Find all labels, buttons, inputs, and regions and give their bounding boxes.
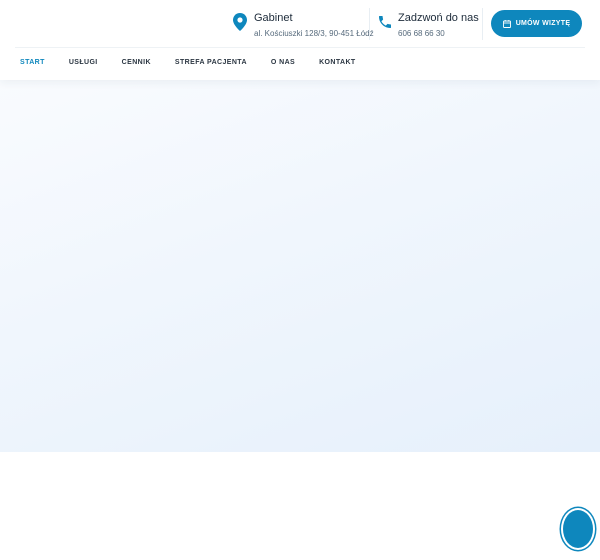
office-title: Gabinet bbox=[254, 12, 293, 24]
phone-number[interactable]: 606 68 66 30 bbox=[398, 29, 445, 38]
header-divider bbox=[369, 8, 370, 40]
header-separator bbox=[15, 47, 585, 48]
hero-section bbox=[0, 80, 600, 452]
book-visit-label: UMÓW WIZYTĘ bbox=[515, 20, 571, 27]
nav-item-cennik[interactable]: CENNIK bbox=[122, 56, 151, 70]
phone-icon bbox=[377, 13, 391, 31]
nav-item-o-nas[interactable]: O NAS bbox=[271, 56, 295, 70]
office-info: Gabinet al. Kościuszki 128/3, 90-451 Łód… bbox=[233, 10, 374, 40]
nav-item-start[interactable]: START bbox=[20, 56, 45, 70]
header-divider bbox=[482, 8, 483, 40]
phone-title: Zadzwoń do nas bbox=[398, 12, 479, 24]
nav-item-uslugi[interactable]: USŁUGI bbox=[69, 56, 98, 70]
calendar-icon bbox=[502, 19, 511, 28]
site-header: Gabinet al. Kościuszki 128/3, 90-451 Łód… bbox=[0, 0, 600, 80]
floating-action-button[interactable] bbox=[561, 508, 595, 550]
nav-item-kontakt[interactable]: KONTAKT bbox=[319, 56, 356, 70]
nav-item-strefa-pacjenta[interactable]: STREFA PACJENTA bbox=[175, 56, 247, 70]
phone-info[interactable]: Zadzwoń do nas 606 68 66 30 bbox=[377, 10, 479, 40]
office-address: al. Kościuszki 128/3, 90-451 Łódź bbox=[254, 29, 374, 38]
map-pin-icon bbox=[233, 13, 247, 31]
main-nav: START USŁUGI CENNIK STREFA PACJENTA O NA… bbox=[20, 56, 380, 70]
book-visit-button[interactable]: UMÓW WIZYTĘ bbox=[491, 10, 582, 37]
